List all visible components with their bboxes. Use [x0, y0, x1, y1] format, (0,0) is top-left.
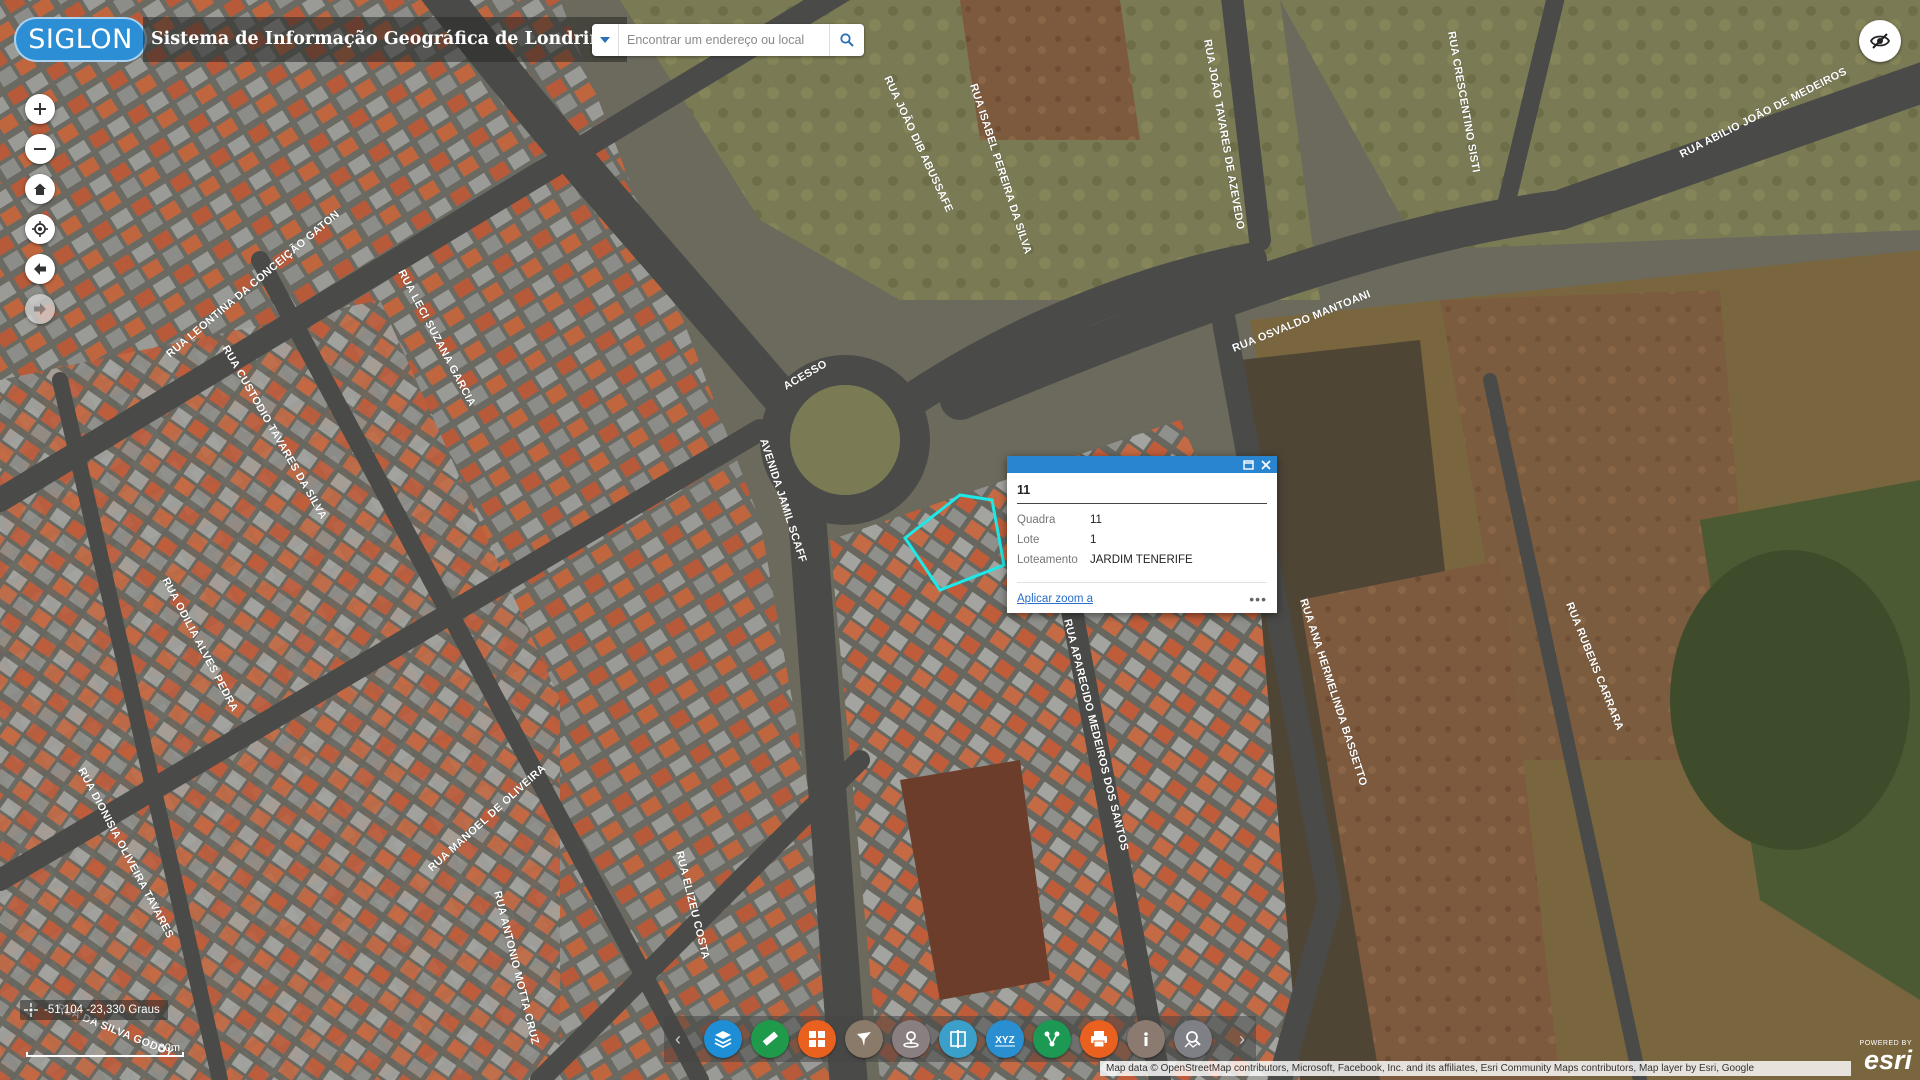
map-attribution: Map data © OpenStreetMap contributors, M… — [1100, 1061, 1851, 1076]
arrow-right-icon — [34, 303, 46, 315]
measure-button[interactable] — [751, 1020, 789, 1058]
app-title: Sistema de Informação Geográfica de Lond… — [143, 17, 628, 62]
routes-button[interactable] — [1033, 1020, 1071, 1058]
attribute-value: JARDIM TENERIFE — [1090, 554, 1193, 566]
search-input[interactable] — [619, 26, 829, 54]
locate-icon — [32, 221, 48, 237]
layers-button[interactable] — [704, 1020, 742, 1058]
esri-logo[interactable]: POWERED BY esri — [1852, 1040, 1912, 1076]
zoom-in-button[interactable] — [25, 94, 55, 124]
attribute-value: 11 — [1090, 514, 1102, 526]
attribute-value: 1 — [1090, 534, 1097, 546]
home-button[interactable] — [25, 174, 55, 204]
print-button[interactable] — [1080, 1020, 1118, 1058]
draw-button[interactable] — [845, 1020, 883, 1058]
close-icon — [1261, 459, 1271, 470]
printer-icon — [1091, 1031, 1107, 1048]
ruler-icon — [762, 1031, 779, 1046]
info-icon — [1144, 1032, 1148, 1046]
search-source-dropdown[interactable] — [592, 24, 619, 56]
toolbar-prev-button[interactable]: ‹ — [670, 1029, 686, 1049]
attribute-key: Lote — [1017, 534, 1040, 546]
route-icon — [1044, 1031, 1060, 1047]
search-map-icon — [1184, 1031, 1201, 1048]
eye-slash-icon — [1870, 33, 1890, 49]
location-button[interactable] — [892, 1020, 930, 1058]
maximize-icon — [1242, 459, 1254, 470]
coordinate-text: -51,104 -23,330 Graus — [44, 1004, 160, 1016]
query-button[interactable] — [1174, 1020, 1212, 1058]
feature-popup: 11 Quadra 11 Lote 1 Loteamento JARDIM TE… — [1007, 456, 1277, 613]
attribute-row: Loteamento JARDIM TENERIFE — [1017, 552, 1193, 572]
home-icon — [34, 183, 46, 195]
zoom-out-button[interactable] — [25, 134, 55, 164]
toggle-visibility-button[interactable] — [1859, 20, 1901, 62]
next-extent-button[interactable] — [25, 294, 55, 324]
arrow-left-icon — [34, 263, 46, 275]
about-button[interactable] — [1127, 1020, 1165, 1058]
attribute-key: Loteamento — [1017, 554, 1078, 566]
basemap-gallery-button[interactable] — [798, 1020, 836, 1058]
swipe-button[interactable] — [939, 1020, 977, 1058]
plus-icon — [34, 103, 46, 115]
popup-title: 11 — [1017, 483, 1267, 504]
search-icon — [840, 33, 854, 47]
more-actions-button[interactable]: ••• — [1249, 592, 1267, 606]
xyz-icon: XYZ — [995, 1035, 1015, 1047]
attribute-key: Quadra — [1017, 514, 1056, 526]
coordinates-button[interactable]: XYZ — [986, 1020, 1024, 1058]
pen-icon — [857, 1032, 871, 1046]
chevron-down-icon — [600, 37, 610, 43]
svg-text:XYZ: XYZ — [995, 1035, 1014, 1046]
popup-header-bar — [1007, 456, 1277, 473]
toolbar-next-button[interactable]: › — [1234, 1029, 1250, 1049]
scale-label: 30m — [158, 1042, 180, 1054]
locate-button[interactable] — [25, 214, 55, 244]
previous-extent-button[interactable] — [25, 254, 55, 284]
compare-icon — [950, 1030, 966, 1048]
attribute-row: Lote 1 — [1017, 532, 1193, 552]
minus-icon — [34, 148, 46, 150]
maximize-button[interactable] — [1241, 458, 1255, 472]
close-button[interactable] — [1259, 458, 1273, 472]
widget-toolbar: ‹ › XYZ — [664, 1016, 1256, 1062]
popup-divider — [1017, 582, 1267, 583]
search-button[interactable] — [829, 24, 864, 56]
map-pin-icon — [903, 1031, 919, 1048]
zoom-to-link[interactable]: Aplicar zoom a — [1017, 593, 1093, 605]
popup-footer: Aplicar zoom a ••• — [1017, 592, 1267, 606]
attribute-row: Quadra 11 — [1017, 512, 1193, 532]
satellite-map[interactable]: RUA JOÃO DIB ABUSSAFE RUA ISABEL PEREIRA… — [0, 0, 1920, 1080]
app-header: SIGLON Sistema de Informação Geográfica … — [14, 17, 628, 62]
crosshair-icon — [24, 1003, 38, 1017]
siglon-logo[interactable]: SIGLON — [14, 17, 147, 62]
grid-icon — [809, 1031, 825, 1047]
search-widget — [592, 24, 864, 56]
coordinate-readout[interactable]: -51,104 -23,330 Graus — [20, 1000, 168, 1020]
scale-bar: 30m — [26, 1042, 184, 1060]
popup-attributes: Quadra 11 Lote 1 Loteamento JARDIM TENER… — [1017, 512, 1193, 572]
esri-wordmark: esri — [1863, 1045, 1912, 1075]
layers-icon — [714, 1031, 732, 1049]
